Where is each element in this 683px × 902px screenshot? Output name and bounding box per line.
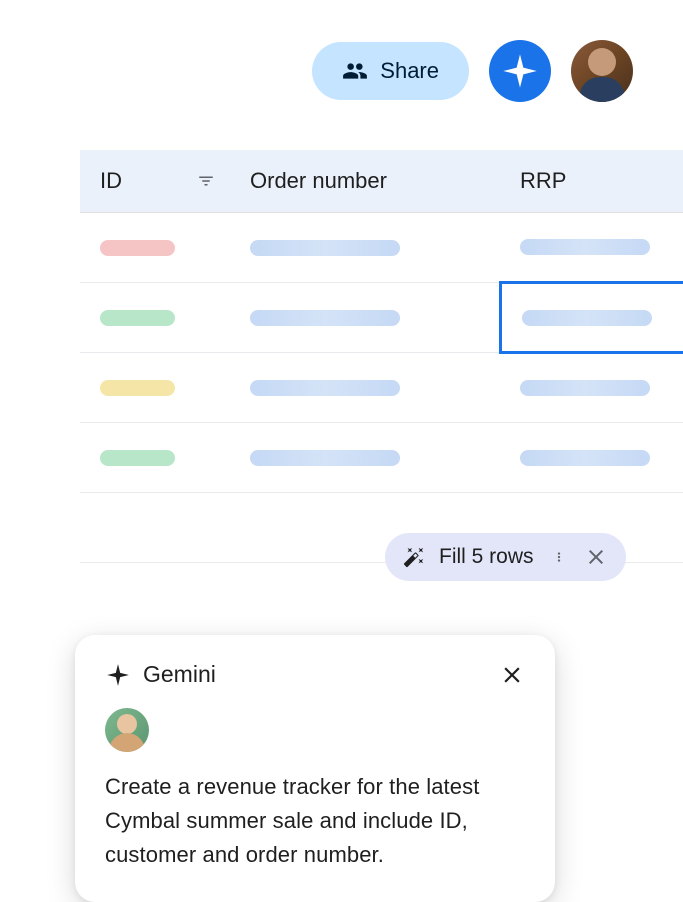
placeholder-pill bbox=[520, 380, 650, 396]
more-vert-icon[interactable] bbox=[548, 546, 570, 568]
table-row bbox=[80, 353, 683, 423]
placeholder-pill bbox=[250, 380, 400, 396]
cell-order[interactable] bbox=[230, 283, 500, 353]
placeholder-pill bbox=[100, 380, 175, 396]
placeholder-pill bbox=[250, 240, 400, 256]
table-row bbox=[80, 423, 683, 493]
fill-rows-label: Fill 5 rows bbox=[439, 545, 534, 569]
gemini-panel: Gemini Create a revenue tracker for the … bbox=[75, 635, 555, 902]
people-icon bbox=[342, 58, 368, 84]
placeholder-pill bbox=[100, 240, 175, 256]
gemini-panel-title: Gemini bbox=[105, 661, 216, 688]
placeholder-pill bbox=[520, 239, 650, 255]
prompt-user-avatar bbox=[105, 708, 149, 752]
cell-order[interactable] bbox=[230, 213, 500, 283]
gemini-panel-header: Gemini bbox=[105, 661, 525, 688]
placeholder-pill bbox=[250, 450, 400, 466]
cell-id[interactable] bbox=[80, 423, 230, 493]
placeholder-pill bbox=[250, 310, 400, 326]
top-toolbar: Share bbox=[312, 40, 633, 102]
table-header-row: ID Order number RRP bbox=[80, 150, 683, 213]
close-icon[interactable] bbox=[499, 662, 525, 688]
placeholder-pill bbox=[100, 450, 175, 466]
placeholder-pill bbox=[100, 310, 175, 326]
sparkle-icon bbox=[105, 662, 131, 688]
cell-rrp-selected[interactable] bbox=[500, 283, 683, 353]
column-header-rrp[interactable]: RRP bbox=[500, 150, 683, 213]
cell-rrp[interactable] bbox=[500, 353, 683, 423]
sparkle-icon bbox=[500, 51, 540, 91]
cell-rrp[interactable] bbox=[500, 423, 683, 493]
table-row bbox=[80, 283, 683, 353]
cell-rrp[interactable] bbox=[500, 213, 683, 283]
cell-order[interactable] bbox=[230, 423, 500, 493]
user-avatar[interactable] bbox=[571, 40, 633, 102]
magic-wand-icon bbox=[403, 546, 425, 568]
column-header-order[interactable]: Order number bbox=[230, 150, 500, 213]
gemini-button[interactable] bbox=[489, 40, 551, 102]
data-table: ID Order number RRP bbox=[80, 150, 683, 563]
placeholder-pill bbox=[520, 450, 650, 466]
cell-id[interactable] bbox=[80, 283, 230, 353]
share-label: Share bbox=[380, 58, 439, 84]
cell-order[interactable] bbox=[230, 353, 500, 423]
gemini-prompt-text: Create a revenue tracker for the latest … bbox=[105, 770, 525, 872]
cell-id[interactable] bbox=[80, 213, 230, 283]
placeholder-pill bbox=[522, 310, 652, 326]
share-button[interactable]: Share bbox=[312, 42, 469, 100]
fill-rows-chip[interactable]: Fill 5 rows bbox=[385, 533, 626, 581]
cell-id[interactable] bbox=[80, 493, 230, 563]
column-header-id[interactable]: ID bbox=[80, 150, 230, 213]
filter-icon[interactable] bbox=[197, 172, 215, 190]
cell-id[interactable] bbox=[80, 353, 230, 423]
table-row bbox=[80, 213, 683, 283]
close-icon[interactable] bbox=[584, 545, 608, 569]
